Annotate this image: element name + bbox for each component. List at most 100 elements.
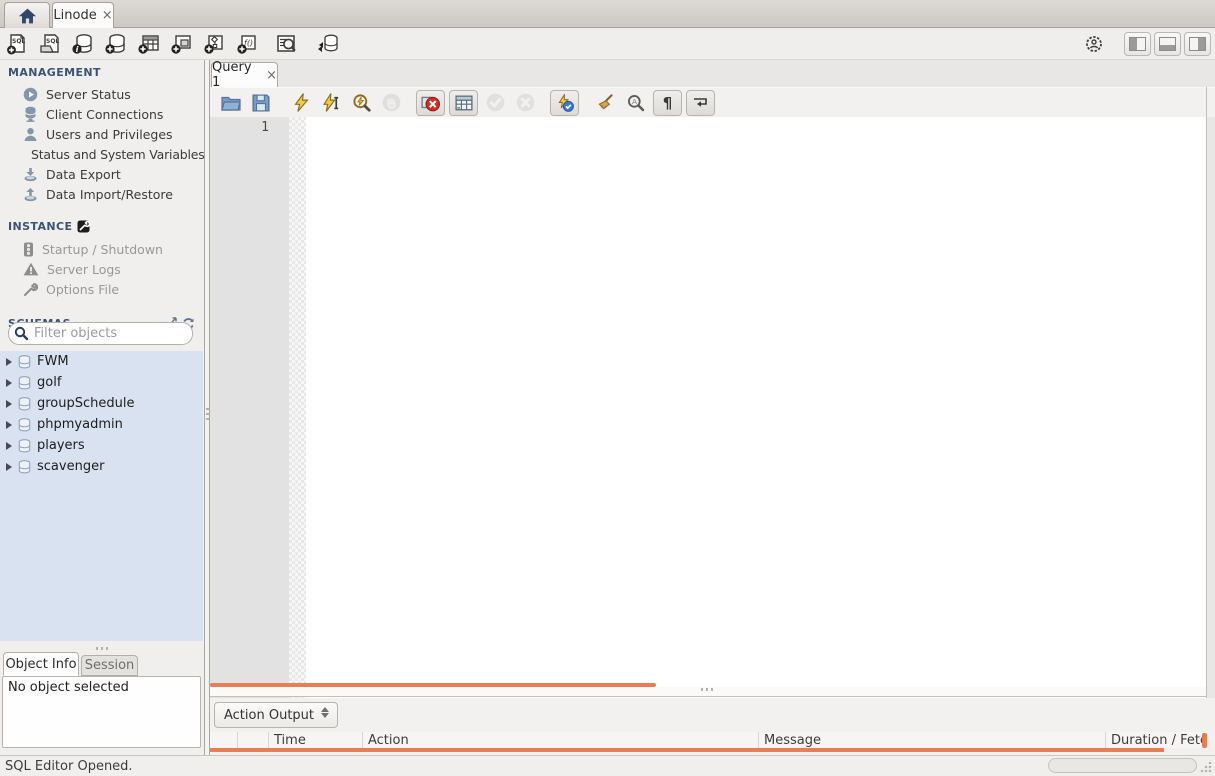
beautify-icon[interactable]	[591, 90, 621, 116]
window-resize-grip[interactable]	[1200, 761, 1212, 773]
schema-icon	[18, 396, 31, 410]
find-icon[interactable]: A	[621, 90, 651, 116]
home-tab[interactable]	[4, 2, 50, 28]
selector-spinner-icon	[321, 707, 329, 718]
close-tab-icon[interactable]: ×	[102, 9, 113, 22]
management-title: MANAGEMENT	[8, 65, 101, 79]
svg-text:i: i	[75, 45, 78, 54]
sidebar-item-options-file[interactable]: Options File	[0, 279, 203, 299]
save-script-icon[interactable]	[246, 90, 276, 116]
explain-icon[interactable]	[346, 90, 376, 116]
sidebar-item-data-export[interactable]: Data Export	[0, 164, 203, 184]
sidebar-item-client-connections[interactable]: Client Connections	[0, 104, 203, 124]
reconnect-dbms-icon[interactable]	[311, 31, 344, 57]
col-status[interactable]	[210, 732, 238, 748]
toggle-bottom-panel-icon[interactable]	[1154, 31, 1181, 56]
toggle-autocommit-icon[interactable]	[550, 89, 579, 116]
schema-row-fwm[interactable]: FWM	[0, 351, 203, 372]
search-table-data-icon[interactable]	[270, 31, 303, 57]
stop-icon[interactable]	[376, 90, 406, 116]
expander-icon[interactable]	[6, 420, 12, 429]
statusbar-hscrollbar[interactable]	[1048, 758, 1197, 773]
sql-editor-toolbar: A ¶	[210, 87, 1215, 117]
sidebar-item-users-privileges[interactable]: Users and Privileges	[0, 124, 203, 144]
create-view-icon[interactable]	[165, 31, 198, 57]
execute-current-icon[interactable]	[316, 90, 346, 116]
create-schema-icon[interactable]	[99, 31, 132, 57]
rollback-icon[interactable]	[510, 90, 540, 116]
sidebar-item-data-import[interactable]: Data Import/Restore	[0, 184, 203, 204]
toggle-stop-on-error-icon[interactable]	[416, 89, 445, 116]
connection-tab-linode[interactable]: Linode ×	[52, 2, 114, 28]
sidebar-item-server-logs[interactable]: Server Logs	[0, 259, 203, 279]
toggle-right-panel-icon[interactable]	[1184, 31, 1211, 56]
line-number: 1	[261, 120, 269, 135]
output-vscrollbar[interactable]	[1202, 733, 1207, 748]
sidebar: MANAGEMENT Server Status Client Connecti…	[0, 60, 205, 652]
col-time[interactable]: Time	[269, 732, 363, 748]
schema-row-scavenger[interactable]: scavenger	[0, 456, 203, 477]
tab-session[interactable]: Session	[81, 655, 138, 676]
create-function-icon[interactable]: f()	[231, 31, 264, 57]
window-tab-bar: Linode ×	[0, 0, 1215, 28]
sidebar-splitter-handle[interactable]	[96, 647, 110, 650]
query-tab[interactable]: Query 1 ×	[211, 60, 278, 90]
search-icon	[14, 326, 29, 341]
schema-icon	[18, 375, 31, 389]
home-icon	[18, 8, 36, 23]
status-text: SQL Editor Opened.	[5, 758, 133, 774]
tab-object-info[interactable]: Object Info	[3, 652, 79, 676]
expander-icon[interactable]	[6, 399, 12, 408]
expander-icon[interactable]	[6, 462, 12, 471]
wrench-badge-icon	[77, 220, 91, 232]
open-sql-script-icon[interactable]: SQL	[33, 31, 66, 57]
col-action[interactable]: Action	[363, 732, 759, 748]
expander-icon[interactable]	[6, 378, 12, 387]
info-tab-bar: Object Info Session	[0, 651, 203, 676]
open-script-icon[interactable]	[216, 90, 246, 116]
instance-section-header: INSTANCE	[0, 218, 203, 234]
editor-area: Query 1 × A ¶ 1 Action Output Time Actio…	[210, 60, 1215, 755]
expander-icon[interactable]	[6, 357, 12, 366]
schema-list: FWM golf groupSchedule phpmyadmin player…	[0, 351, 203, 641]
schema-row-phpmyadmin[interactable]: phpmyadmin	[0, 414, 203, 435]
preferences-icon[interactable]	[1077, 31, 1110, 57]
editor-fold-strip	[289, 117, 306, 741]
status-bar: SQL Editor Opened.	[0, 755, 1215, 776]
sql-editor-surface[interactable]	[306, 117, 1206, 741]
editor-gutter: 1	[210, 117, 289, 741]
schema-filter[interactable]	[8, 322, 193, 345]
users-icon	[24, 127, 37, 141]
limit-rows-icon[interactable]	[449, 89, 478, 116]
new-query-tab-icon[interactable]: SQL	[0, 31, 33, 57]
commit-icon[interactable]	[480, 90, 510, 116]
schema-row-groupschedule[interactable]: groupSchedule	[0, 393, 203, 414]
create-procedure-icon[interactable]	[198, 31, 231, 57]
client-connections-icon	[25, 106, 36, 122]
schema-filter-input[interactable]	[34, 326, 174, 341]
svg-text:SQL: SQL	[46, 38, 59, 45]
show-invisibles-icon[interactable]: ¶	[653, 89, 682, 116]
schema-row-players[interactable]: players	[0, 435, 203, 456]
schema-inspector-icon[interactable]: i	[66, 31, 99, 57]
col-message[interactable]: Message	[759, 732, 1106, 748]
col-duration[interactable]: Duration / Fetch	[1106, 732, 1206, 748]
svg-text:A: A	[632, 97, 637, 106]
execute-icon[interactable]	[286, 90, 316, 116]
toggle-left-panel-icon[interactable]	[1124, 31, 1151, 56]
output-splitter-handle[interactable]	[701, 688, 715, 691]
sidebar-item-server-status[interactable]: Server Status	[0, 84, 203, 104]
close-query-tab-icon[interactable]: ×	[266, 69, 277, 82]
sidebar-item-system-variables[interactable]: Status and System Variables	[0, 144, 205, 164]
data-export-icon	[24, 167, 37, 181]
sidebar-item-startup-shutdown[interactable]: Startup / Shutdown	[0, 239, 203, 259]
schema-icon	[18, 438, 31, 452]
col-index[interactable]	[238, 732, 269, 748]
expander-icon[interactable]	[6, 441, 12, 450]
options-file-icon	[24, 282, 38, 296]
schema-row-golf[interactable]: golf	[0, 372, 203, 393]
action-output-panel: Action Output Time Action Message Durati…	[210, 698, 1215, 755]
output-selector[interactable]: Action Output	[214, 702, 338, 728]
wrap-text-icon[interactable]	[686, 89, 715, 116]
create-table-icon[interactable]	[132, 31, 165, 57]
